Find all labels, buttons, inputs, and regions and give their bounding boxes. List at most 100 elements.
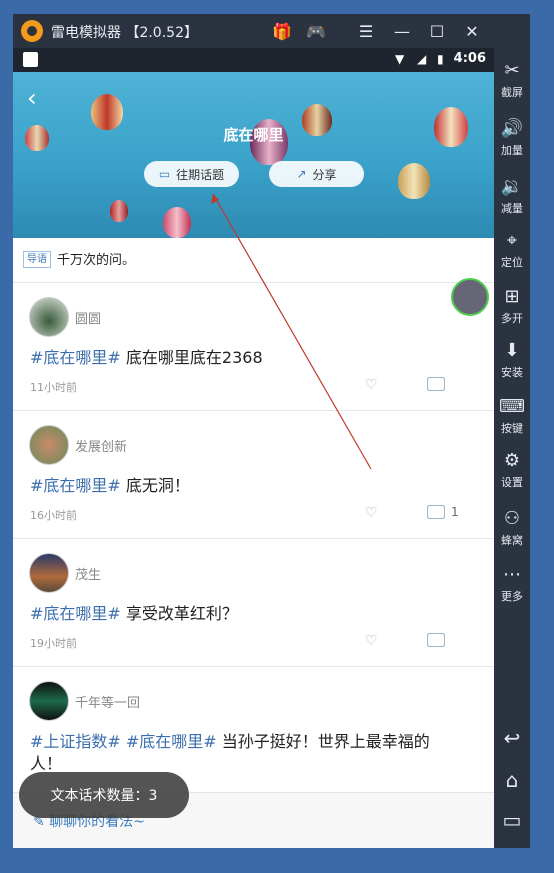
sidebar-label: 蜂窝 <box>501 534 523 547</box>
settings-button[interactable]: ⚙ 设置 <box>494 450 530 490</box>
sidebar-label: 安装 <box>501 366 523 379</box>
notification-icon <box>23 52 38 67</box>
recent-apps-icon: ▭ <box>502 808 522 832</box>
android-recent-button[interactable]: ▭ <box>494 808 530 832</box>
apk-icon: ⬇ <box>504 340 520 361</box>
screenshot-button[interactable]: ✂ 截屏 <box>494 60 530 100</box>
topic-tag[interactable]: #底在哪里# <box>30 476 121 495</box>
sidebar-label: 加量 <box>501 144 523 157</box>
post-username[interactable]: 千年等一回 <box>75 692 140 711</box>
like-icon[interactable]: ♡ <box>365 505 378 521</box>
post-body: 底无洞！ <box>120 476 190 495</box>
past-topics-label: 往期话题 <box>176 167 225 182</box>
emulator-sidebar: ✂ 截屏 🔊 加量 🔉 减量 ⌖ 定位 ⊞ 多开 ⬇ 安装 ⌨ 按键 ⚙ 设置 ⚇ 蜂窝 ⋯ 更多 … <box>494 14 530 848</box>
minimize-icon[interactable]: — <box>391 20 413 42</box>
post-text[interactable]: #底在哪里# 底无洞！ <box>30 475 460 497</box>
comment-count: 1 <box>451 505 459 519</box>
more-button[interactable]: ⋯ 更多 <box>494 564 530 604</box>
comment-icon[interactable] <box>427 505 445 519</box>
location-icon: ⌖ <box>506 230 518 251</box>
topic-tag[interactable]: #底在哪里# <box>30 604 121 623</box>
sidebar-label: 定位 <box>501 256 523 269</box>
balloon-image <box>398 163 430 199</box>
gift-icon[interactable]: 🎁 <box>271 20 293 42</box>
topic-guide: 导语 千万次的问。 <box>13 238 494 283</box>
sidebar-label: 减量 <box>501 202 523 215</box>
keymap-button[interactable]: ⌨ 按键 <box>494 396 530 436</box>
comment-icon: ▭ <box>158 167 171 181</box>
gamepad-icon[interactable]: 🎮 <box>305 20 327 42</box>
location-button[interactable]: ⌖ 定位 <box>494 230 530 270</box>
home-icon: ⌂ <box>505 768 519 792</box>
gear-icon: ⚙ <box>503 450 521 471</box>
share-icon: ↗ <box>296 167 307 181</box>
sidebar-label: 按键 <box>501 422 523 435</box>
hive-button[interactable]: ⚇ 蜂窝 <box>494 508 530 548</box>
sidebar-label: 多开 <box>501 312 523 325</box>
sidebar-label: 更多 <box>501 590 523 603</box>
post-username[interactable]: 发展创新 <box>75 436 127 455</box>
battery-icon: ▮ <box>437 52 444 66</box>
more-icon: ⋯ <box>503 564 521 585</box>
emulator-window: 雷电模拟器 【2.0.52】 🎁 🎮 ☰ — ☐ ✕ « ▼ ◢ ▮ 4:06 … <box>13 14 530 848</box>
post-username[interactable]: 圆圆 <box>75 308 101 327</box>
keyboard-icon: ⌨ <box>499 396 525 417</box>
avatar[interactable] <box>29 553 69 593</box>
comment-icon[interactable] <box>427 377 445 391</box>
post-time: 16小时前 <box>30 509 77 522</box>
signal-icon: ◢ <box>417 52 427 66</box>
avatar[interactable] <box>29 297 69 337</box>
like-icon[interactable]: ♡ <box>365 377 378 393</box>
post-body: 享受改革红利？ <box>120 604 238 623</box>
share-button[interactable]: ↗ 分享 <box>269 161 364 187</box>
volume-down-button[interactable]: 🔉 减量 <box>494 176 530 216</box>
post-username[interactable]: 茂生 <box>75 564 101 583</box>
list-item[interactable]: 茂生 #底在哪里# 享受改革红利？ 19小时前 ♡ <box>13 539 494 667</box>
sidebar-label: 截屏 <box>501 86 523 99</box>
list-item[interactable]: 发展创新 #底在哪里# 底无洞！ 16小时前 ♡ 1 <box>13 411 494 539</box>
past-topics-button[interactable]: ▭ 往期话题 <box>144 161 239 187</box>
back-icon[interactable]: ‹ <box>27 84 37 112</box>
list-item[interactable]: 圆圆 #底在哪里# 底在哪里底在2368 11小时前 ♡ <box>13 283 494 411</box>
volume-up-button[interactable]: 🔊 加量 <box>494 118 530 158</box>
menu-icon[interactable]: ☰ <box>355 20 377 42</box>
multi-window-icon: ⊞ <box>504 286 520 307</box>
back-nav-icon: ↩ <box>503 726 521 750</box>
topic-tag[interactable]: #上证指数# #底在哪里# <box>30 732 217 751</box>
emulator-title: 雷电模拟器 【2.0.52】 <box>51 25 198 41</box>
status-bar: ▼ ◢ ▮ 4:06 <box>13 48 494 72</box>
post-time: 19小时前 <box>30 637 77 650</box>
hive-icon: ⚇ <box>503 508 521 529</box>
avatar[interactable] <box>29 425 69 465</box>
balloon-image <box>110 200 128 222</box>
like-icon[interactable]: ♡ <box>365 633 378 649</box>
emulator-logo <box>21 20 43 42</box>
phone-screen: ▼ ◢ ▮ 4:06 ‹ 底在哪里 ▭ 往期话题 ↗ 分享 导语 千万次的问。 … <box>13 48 494 848</box>
volume-down-icon: 🔉 <box>500 176 524 197</box>
share-label: 分享 <box>312 167 337 182</box>
avatar[interactable] <box>29 681 69 721</box>
topic-tag[interactable]: #底在哪里# <box>30 348 121 367</box>
post-body: 底在哪里底在2368 <box>120 348 263 367</box>
post-text[interactable]: #上证指数# #底在哪里# 当孙子挺好！世界上最幸福的人！ <box>30 731 460 775</box>
post-text[interactable]: #底在哪里# 底在哪里底在2368 <box>30 347 460 369</box>
android-home-button[interactable]: ⌂ <box>494 768 530 792</box>
topic-header: ‹ 底在哪里 ▭ 往期话题 ↗ 分享 <box>13 72 494 238</box>
scissors-icon: ✂ <box>504 60 520 81</box>
post-text[interactable]: #底在哪里# 享受改革红利？ <box>30 603 460 625</box>
sidebar-label: 设置 <box>501 476 523 489</box>
status-time: 4:06 <box>453 51 486 66</box>
balloon-image <box>163 207 191 238</box>
maximize-icon[interactable]: ☐ <box>426 20 448 42</box>
close-icon[interactable]: ✕ <box>461 20 483 42</box>
comment-icon[interactable] <box>427 633 445 647</box>
toast-message: 文本话术数量：3 <box>19 772 189 818</box>
volume-up-icon: 🔊 <box>500 118 524 139</box>
guide-tag: 导语 <box>23 251 51 268</box>
guide-text: 千万次的问。 <box>57 253 136 268</box>
emulator-titlebar: 雷电模拟器 【2.0.52】 🎁 🎮 ☰ — ☐ ✕ « <box>13 14 530 48</box>
post-time: 11小时前 <box>30 381 77 394</box>
install-apk-button[interactable]: ⬇ 安装 <box>494 340 530 380</box>
multi-instance-button[interactable]: ⊞ 多开 <box>494 286 530 326</box>
android-back-button[interactable]: ↩ <box>494 726 530 750</box>
